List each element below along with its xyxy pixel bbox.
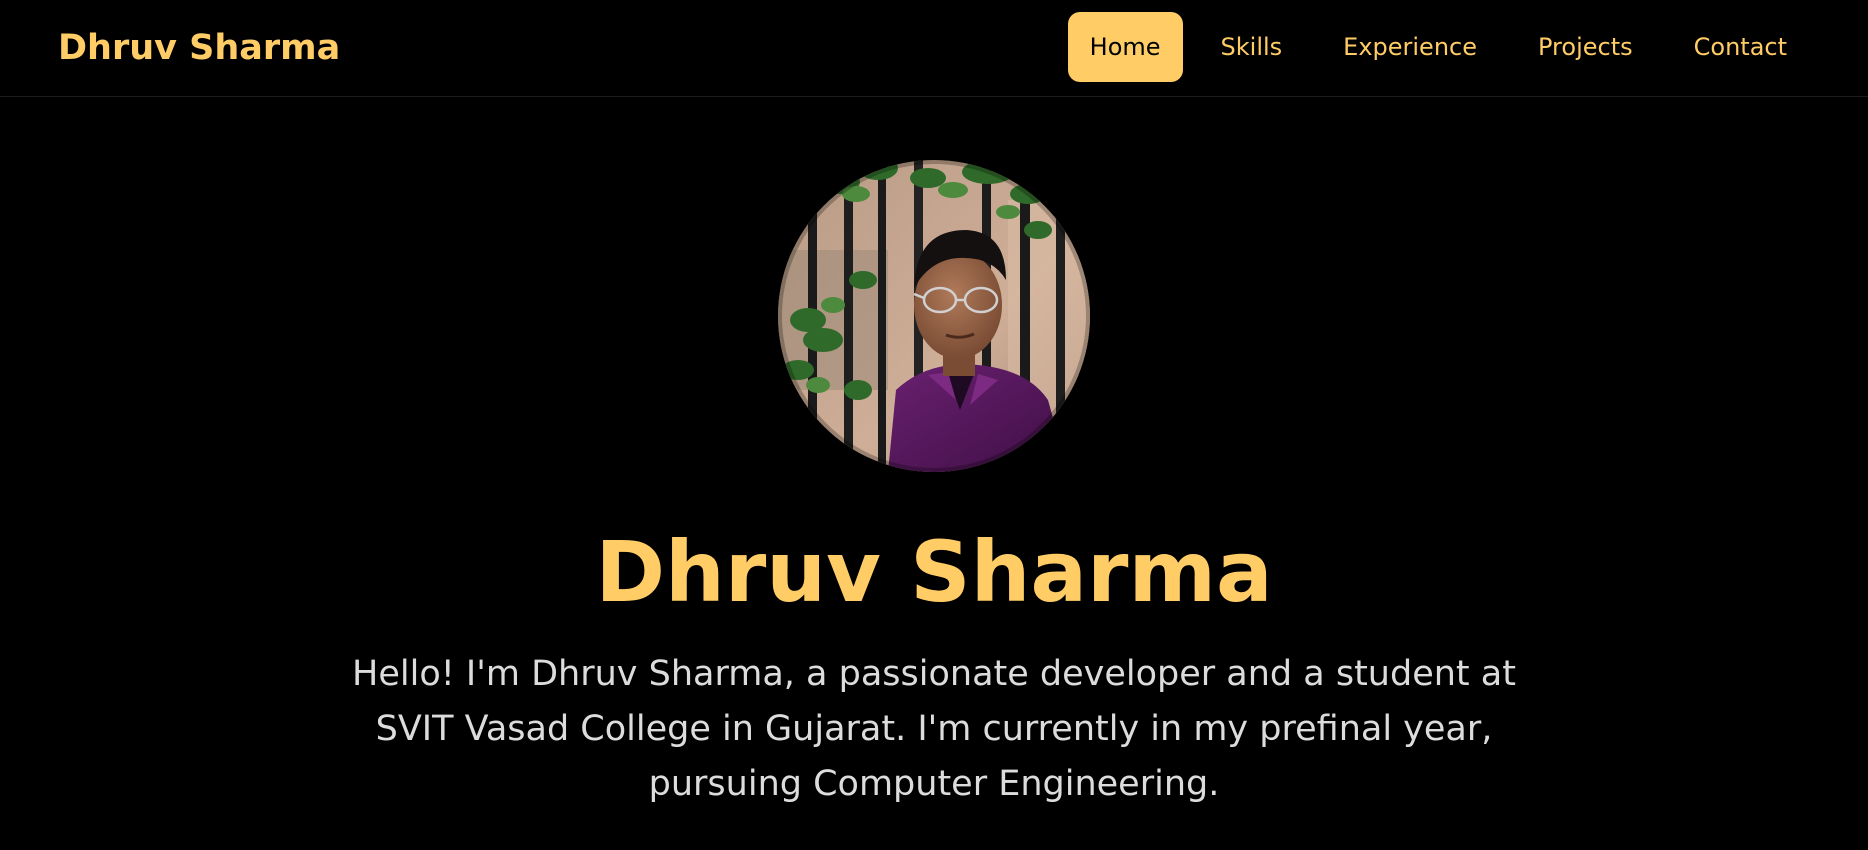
nav-links: Home Skills Experience Projects Contact	[1067, 12, 1810, 82]
nav-link-home[interactable]: Home	[1067, 12, 1183, 82]
hero-section: Dhruv Sharma Hello! I'm Dhruv Sharma, a …	[0, 97, 1868, 850]
nav-link-experience[interactable]: Experience	[1320, 12, 1500, 82]
profile-photo-icon	[778, 160, 1090, 472]
hero-title: Dhruv Sharma	[595, 523, 1273, 621]
nav-link-skills[interactable]: Skills	[1198, 12, 1306, 82]
hero-bio: Hello! I'm Dhruv Sharma, a passionate de…	[352, 654, 1516, 804]
navbar: Dhruv Sharma Home Skills Experience Proj…	[0, 0, 1868, 97]
nav-link-contact[interactable]: Contact	[1671, 12, 1810, 82]
brand-logo[interactable]: Dhruv Sharma	[58, 26, 340, 70]
nav-link-projects[interactable]: Projects	[1515, 12, 1656, 82]
profile-photo	[778, 160, 1090, 472]
